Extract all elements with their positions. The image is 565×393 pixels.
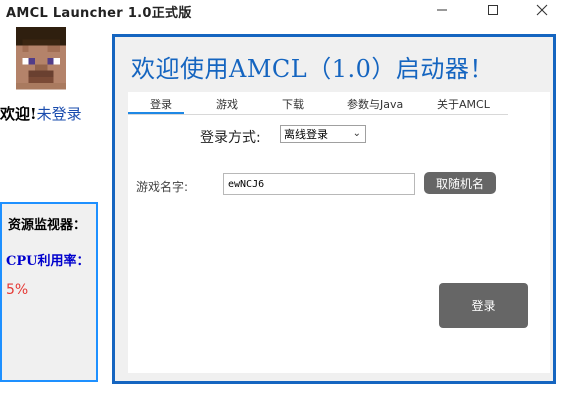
main-panel: 欢迎使用AMCL（1.0）启动器！ 登录 游戏 下载 参数与Java 关于AMC… xyxy=(112,34,556,384)
login-status-link[interactable]: 未登录 xyxy=(37,105,82,123)
game-name-label: 游戏名字: xyxy=(136,180,189,194)
tab-params-java[interactable]: 参数与Java xyxy=(347,96,403,112)
login-method-label: 登录方式: xyxy=(200,130,261,146)
close-button[interactable] xyxy=(519,0,565,20)
cpu-usage-label: CPU利用率： xyxy=(6,254,90,269)
login-button[interactable]: 登录 xyxy=(439,283,528,328)
tab-login[interactable]: 登录 xyxy=(150,96,172,112)
random-name-button[interactable]: 取随机名 xyxy=(424,172,496,194)
tab-container: 登录 游戏 下载 参数与Java 关于AMCL 登录方式: 离线登录 ⌄ 游戏名… xyxy=(128,92,550,373)
chevron-down-icon: ⌄ xyxy=(352,128,361,139)
tab-download[interactable]: 下载 xyxy=(282,96,304,112)
tab-bar: 登录 游戏 下载 参数与Java 关于AMCL xyxy=(128,92,508,115)
close-icon xyxy=(536,4,548,16)
minimize-button[interactable] xyxy=(419,0,465,20)
login-method-select[interactable]: 离线登录 ⌄ xyxy=(280,125,366,143)
window-title: AMCL Launcher 1.0正式版 xyxy=(6,6,192,21)
active-tab-indicator xyxy=(128,112,184,114)
maximize-icon xyxy=(488,5,498,15)
tab-game[interactable]: 游戏 xyxy=(216,96,238,112)
resource-monitor: 资源监视器： CPU利用率： 5% xyxy=(0,202,98,382)
minimize-icon xyxy=(437,9,447,11)
title-bar: AMCL Launcher 1.0正式版 xyxy=(0,0,565,21)
welcome-text: 欢迎! xyxy=(0,105,37,123)
cpu-usage-value: 5% xyxy=(6,282,29,298)
welcome-message: 欢迎!未登录 xyxy=(0,103,82,124)
tab-about[interactable]: 关于AMCL xyxy=(437,96,490,112)
monitor-title: 资源监视器： xyxy=(8,218,87,233)
main-title: 欢迎使用AMCL（1.0）启动器！ xyxy=(131,55,494,83)
steve-avatar-icon xyxy=(16,26,66,90)
game-name-input[interactable] xyxy=(223,173,415,195)
maximize-button[interactable] xyxy=(470,0,516,20)
login-method-value: 离线登录 xyxy=(284,128,328,141)
